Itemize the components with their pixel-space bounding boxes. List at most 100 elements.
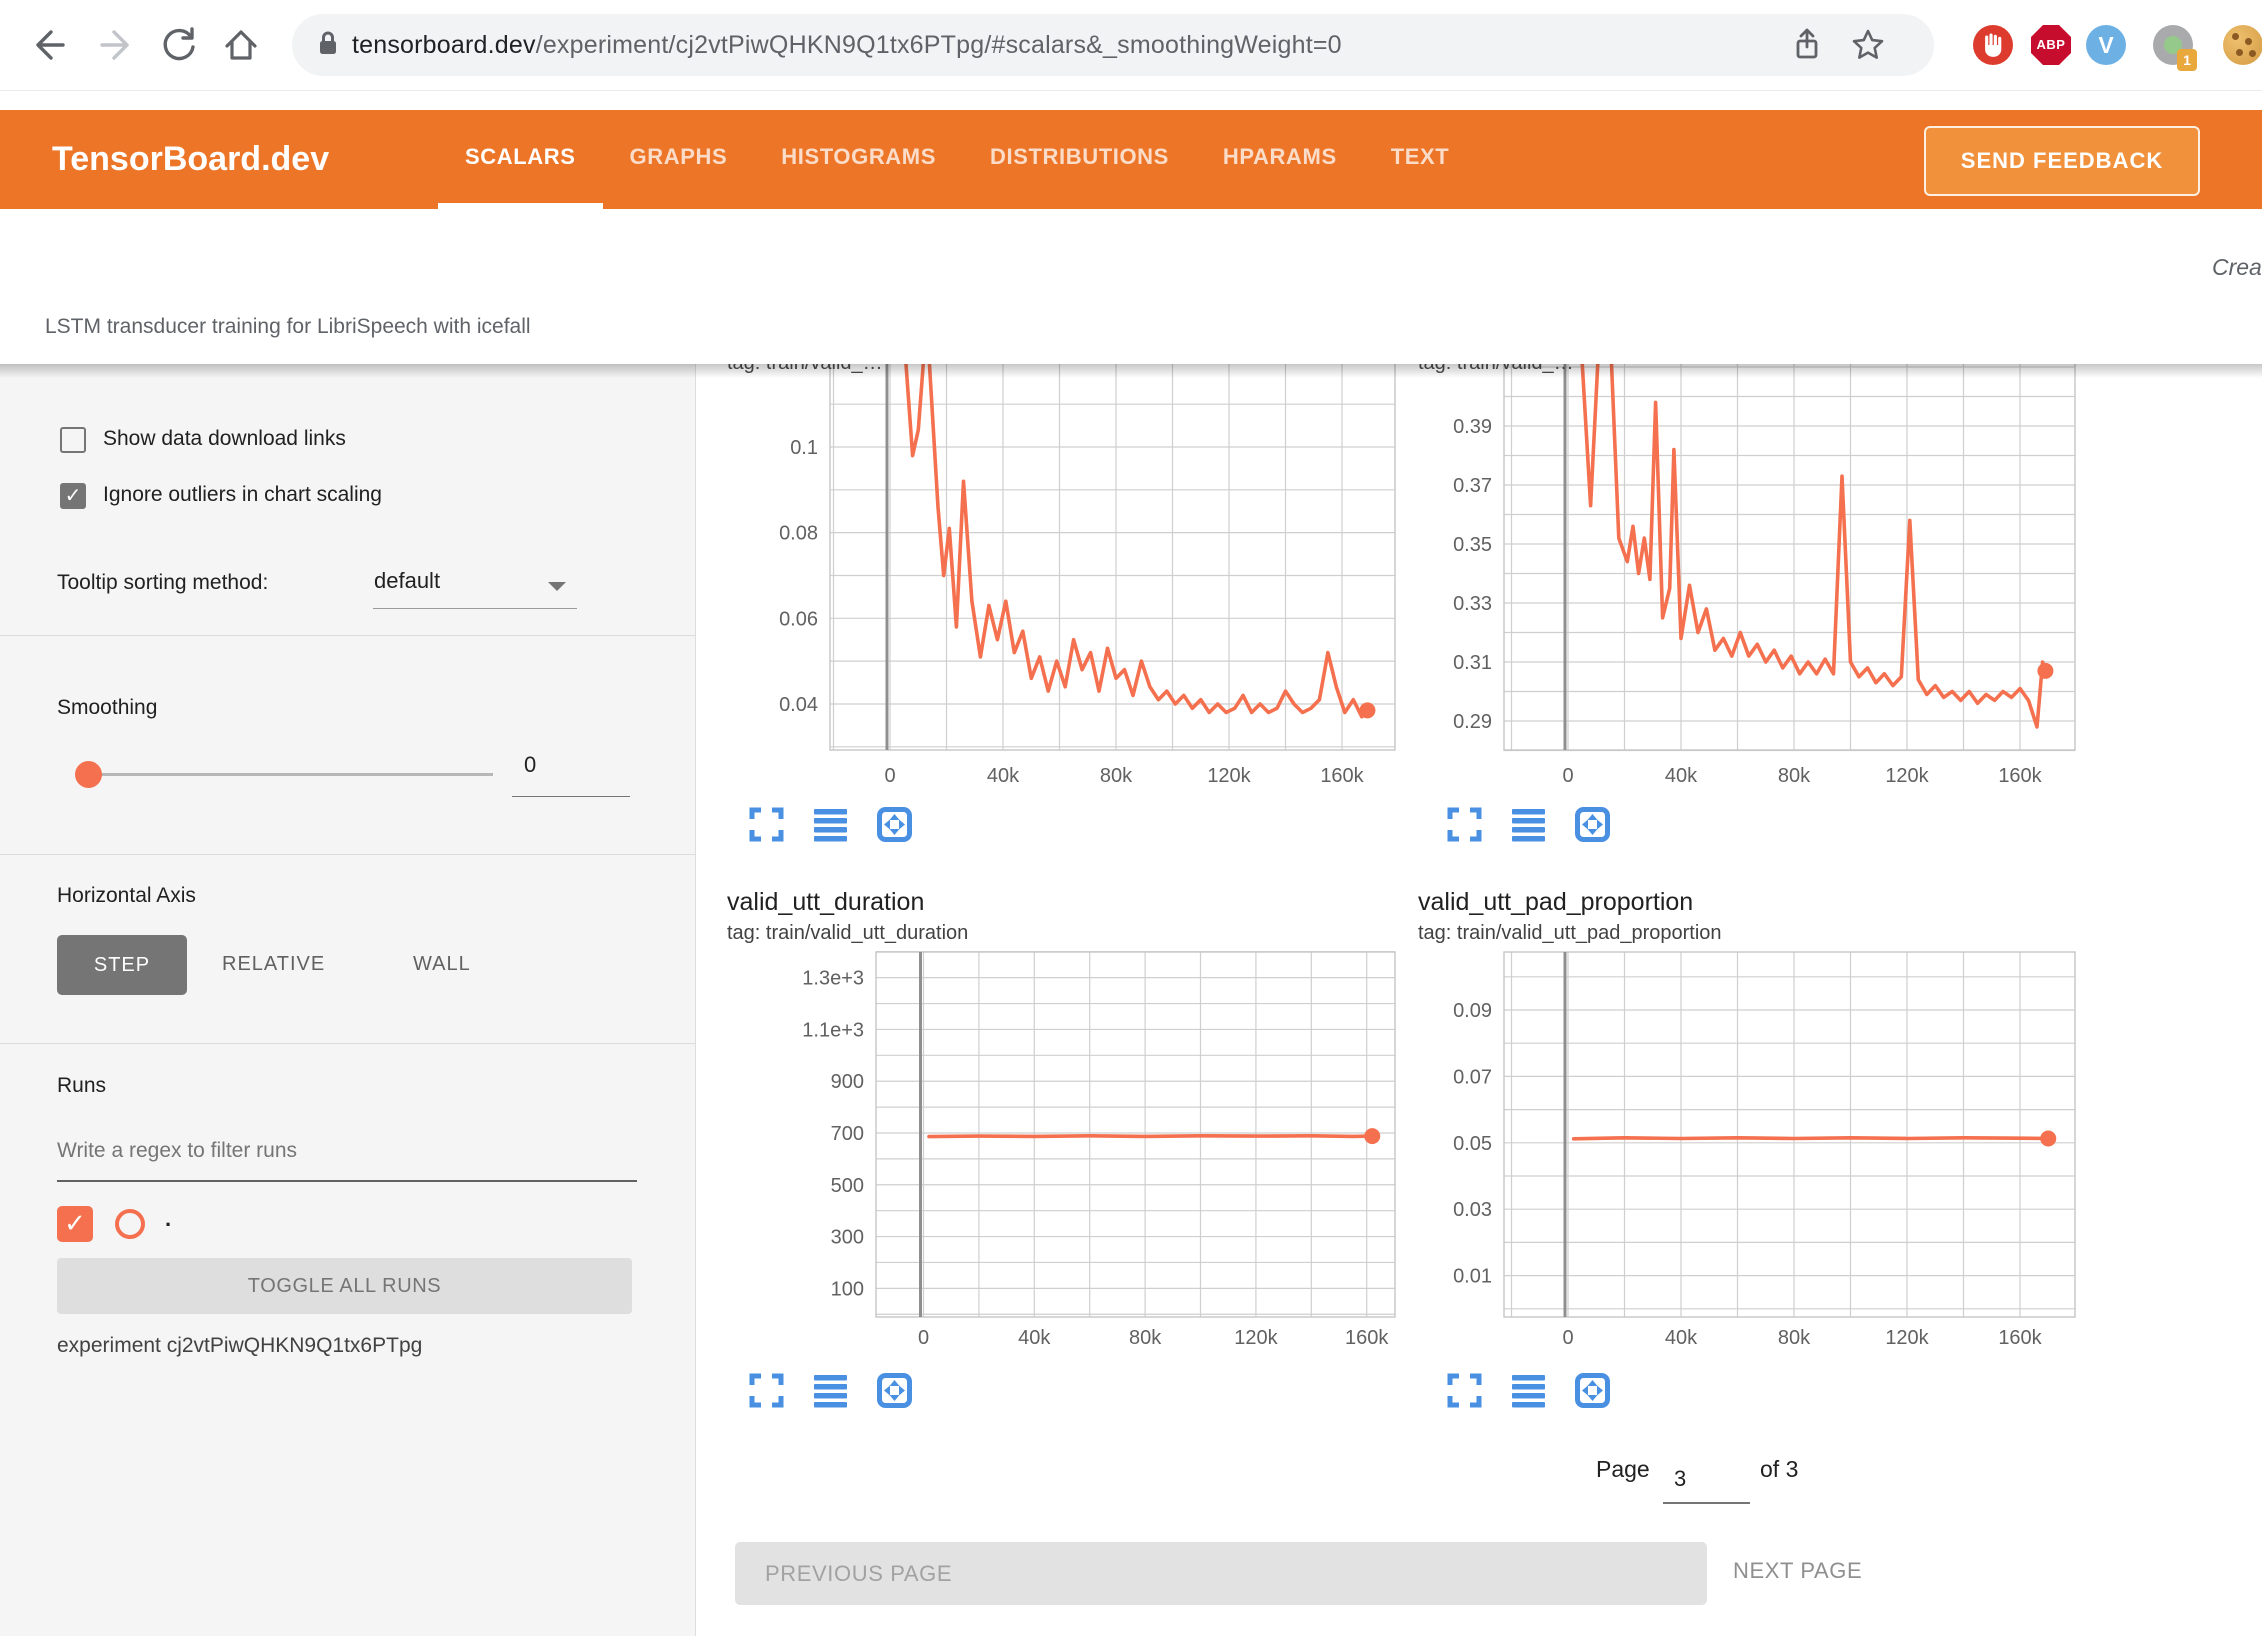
x-tick-label: 80k (1129, 1327, 1162, 1349)
tab-histograms[interactable]: HISTOGRAMS (754, 110, 963, 209)
page-label: Page (1596, 1456, 1650, 1483)
next-page-button[interactable]: NEXT PAGE (1733, 1558, 1862, 1584)
extension-badge: 1 (2177, 49, 2197, 71)
line-chart-valid_utt_duration[interactable]: 1.3e+31.1e+3900700500300100040k80k120k16… (718, 930, 1418, 1370)
line-chart-scalar-chart-top-right[interactable]: 0.390.370.350.330.310.29040k80k120k160k (1398, 340, 2098, 810)
run-line (1581, 340, 2046, 727)
y-tick-label: 0.06 (779, 608, 818, 630)
url-domain: tensorboard.dev (352, 31, 536, 59)
show-download-links-label: Show data download links (103, 427, 346, 451)
axis-relative-button[interactable]: RELATIVE (222, 953, 325, 976)
y-tick-label: 0.01 (1453, 1266, 1492, 1288)
toggle-all-runs-button[interactable]: TOGGLE ALL RUNS (57, 1258, 632, 1314)
app-logo[interactable]: TensorBoard.dev (52, 110, 329, 209)
page-number-input[interactable]: 3 (1674, 1466, 1686, 1492)
y-tick-label: 500 (831, 1175, 864, 1197)
created-text-fragment: Crea (2212, 254, 2262, 281)
runs-label: Runs (57, 1074, 106, 1098)
y-tick-label: 0.1 (790, 437, 818, 459)
fit-domain-icon[interactable] (1574, 806, 1611, 843)
browser-chrome: tensorboard.dev/experiment/cj2vtPiwQHKN9… (0, 0, 2262, 91)
bookmark-star-icon[interactable] (1850, 27, 1886, 68)
x-tick-label: 40k (1018, 1327, 1051, 1349)
y-tick-label: 0.07 (1453, 1066, 1492, 1088)
divider (0, 854, 695, 855)
chart-title-valid-utt-duration: valid_utt_duration (727, 888, 924, 917)
x-tick-label: 160k (1998, 1327, 2042, 1349)
x-tick-label: 0 (918, 1327, 929, 1349)
url-bar[interactable]: tensorboard.dev/experiment/cj2vtPiwQHKN9… (292, 14, 1934, 76)
ignore-outliers-checkbox[interactable]: ✓ (60, 483, 86, 509)
fullscreen-icon[interactable] (1446, 806, 1483, 843)
extension-v-icon[interactable]: V (2086, 25, 2126, 65)
share-icon[interactable] (1790, 28, 1824, 67)
tab-hparams[interactable]: HPARAMS (1196, 110, 1364, 209)
run-checkbox[interactable]: ✓ (57, 1206, 93, 1242)
fullscreen-icon[interactable] (1446, 1372, 1483, 1409)
y-tick-label: 700 (831, 1123, 864, 1145)
final-point-dot[interactable] (2040, 1130, 2056, 1146)
y-tick-label: 0.35 (1453, 534, 1492, 556)
log-scale-icon[interactable] (1510, 806, 1547, 843)
y-tick-label: 0.04 (779, 694, 818, 716)
plot-border (1504, 952, 2075, 1317)
forward-icon[interactable] (95, 24, 137, 66)
x-tick-label: 120k (1885, 765, 1929, 787)
experiment-description: LSTM transducer training for LibriSpeech… (45, 315, 531, 339)
plot-border (830, 342, 1395, 750)
x-tick-label: 80k (1778, 1327, 1811, 1349)
reload-icon[interactable] (158, 24, 200, 66)
extension-counter-icon[interactable]: 1 (2153, 25, 2193, 65)
page-of-label: of 3 (1760, 1456, 1798, 1483)
back-icon[interactable] (28, 24, 70, 66)
show-download-links-checkbox[interactable] (60, 427, 86, 453)
run-line (1574, 1138, 2049, 1139)
log-scale-icon[interactable] (812, 1372, 849, 1409)
fullscreen-icon[interactable] (748, 806, 785, 843)
tab-text[interactable]: TEXT (1364, 110, 1477, 209)
ignore-outliers-label: Ignore outliers in chart scaling (103, 483, 382, 507)
page-input-underline (1663, 1502, 1750, 1504)
chart-tag-valid-utt-duration: tag: train/valid_utt_duration (727, 922, 968, 945)
tab-graphs[interactable]: GRAPHS (603, 110, 755, 209)
log-scale-icon[interactable] (1510, 1372, 1547, 1409)
run-name-label: . (165, 1206, 171, 1232)
smoothing-slider-thumb[interactable] (75, 761, 102, 788)
experiment-name-label: experiment cj2vtPiwQHKN9Q1tx6PTpg (57, 1334, 422, 1358)
fit-domain-icon[interactable] (1574, 1372, 1611, 1409)
cookie-icon[interactable] (2223, 25, 2262, 65)
final-point-dot[interactable] (2037, 663, 2053, 679)
home-icon[interactable] (220, 24, 262, 66)
send-feedback-button[interactable]: SEND FEEDBACK (1924, 126, 2200, 196)
x-tick-label: 0 (884, 765, 895, 787)
fit-domain-icon[interactable] (876, 806, 913, 843)
x-tick-label: 40k (1665, 1327, 1698, 1349)
extension-hand-icon[interactable] (1973, 25, 2013, 65)
extension-abp-icon[interactable]: ABP (2031, 25, 2071, 65)
fit-domain-icon[interactable] (876, 1372, 913, 1409)
fullscreen-icon[interactable] (748, 1372, 785, 1409)
smoothing-slider-track[interactable] (77, 773, 493, 776)
tooltip-sorting-select[interactable]: default (374, 568, 440, 594)
smoothing-value-input[interactable]: 0 (512, 752, 630, 778)
previous-page-button[interactable]: PREVIOUS PAGE (735, 1542, 1707, 1605)
line-chart-valid_utt_pad_proportion[interactable]: 0.090.070.050.030.01040k80k120k160k (1398, 930, 2098, 1370)
app-header: TensorBoard.dev SCALARS GRAPHS HISTOGRAM… (0, 110, 2262, 209)
final-point-dot[interactable] (1359, 702, 1375, 718)
line-chart-scalar-chart-top-left[interactable]: 0.10.080.060.04040k80k120k160k (718, 340, 1418, 810)
x-tick-label: 120k (1234, 1327, 1278, 1349)
axis-wall-button[interactable]: WALL (413, 953, 471, 976)
axis-step-button[interactable]: STEP (57, 935, 187, 995)
run-line (903, 340, 1368, 717)
x-tick-label: 160k (1345, 1327, 1389, 1349)
tooltip-select-underline (373, 608, 577, 609)
final-point-dot[interactable] (1364, 1128, 1380, 1144)
run-color-swatch[interactable] (115, 1209, 145, 1239)
log-scale-icon[interactable] (812, 806, 849, 843)
y-tick-label: 0.33 (1453, 593, 1492, 615)
runs-regex-input[interactable]: Write a regex to filter runs (57, 1139, 297, 1163)
tab-scalars[interactable]: SCALARS (438, 110, 603, 209)
tooltip-sorting-label: Tooltip sorting method: (57, 571, 268, 595)
x-tick-label: 0 (1562, 1327, 1573, 1349)
tab-distributions[interactable]: DISTRIBUTIONS (963, 110, 1196, 209)
